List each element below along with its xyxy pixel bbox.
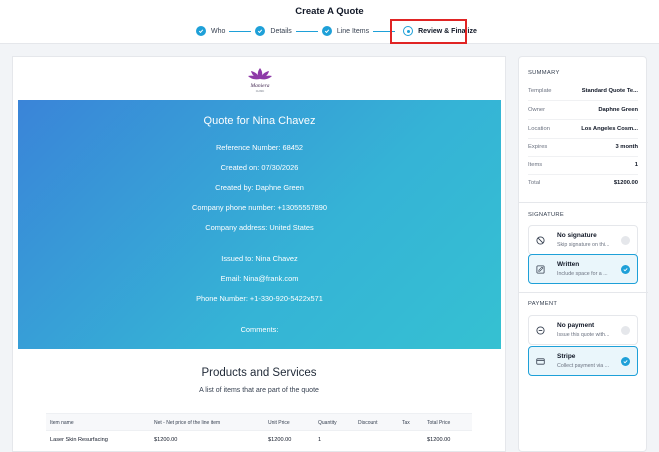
summary-value: 1 xyxy=(634,162,638,168)
summary-key: Expires xyxy=(528,144,548,150)
signature-option-none[interactable]: No signature Skip signature on thi... xyxy=(528,225,638,255)
step-who[interactable]: Who xyxy=(196,26,225,36)
column-header: Total Price xyxy=(427,420,451,426)
quote-title: Quote for Nina Chavez xyxy=(203,115,316,127)
column-header: Item name xyxy=(50,420,74,426)
quote-header-banner: Quote for Nina Chavez Reference Number: … xyxy=(18,100,501,349)
summary-key: Location xyxy=(528,126,550,132)
option-title: No signature xyxy=(557,232,597,239)
minus-circle-icon xyxy=(536,326,545,335)
table-cell: 1 xyxy=(318,437,322,443)
summary-label: SUMMARY xyxy=(528,70,560,76)
check-icon xyxy=(623,268,628,272)
column-header: Tax xyxy=(402,420,410,426)
radio-button[interactable] xyxy=(621,326,630,335)
created-on: Created on: 07/30/2026 xyxy=(220,163,299,172)
pen-icon xyxy=(536,265,545,274)
step-connector xyxy=(229,30,252,32)
option-description: Issue this quote with... xyxy=(557,332,610,338)
summary-key: Template xyxy=(528,88,552,94)
table-cell: $1200.00 xyxy=(427,437,451,443)
check-icon xyxy=(196,26,206,36)
payment-option-stripe[interactable]: Stripe Collect payment via ... xyxy=(528,346,638,376)
option-description: Collect payment via ... xyxy=(557,363,610,369)
divider xyxy=(519,292,648,293)
step-label: Details xyxy=(270,27,292,35)
page-title: Create A Quote xyxy=(295,6,364,17)
issued-to: Issued to: Nina Chavez xyxy=(221,254,298,263)
radio-button-checked[interactable] xyxy=(621,265,630,274)
summary-row-template: Template Standard Quote Te... xyxy=(528,83,638,101)
step-label: Line Items xyxy=(336,27,370,35)
summary-value: 3 month xyxy=(615,144,638,150)
option-title: No payment xyxy=(557,322,595,329)
check-icon xyxy=(623,360,628,364)
signature-label: SIGNATURE xyxy=(528,212,565,218)
check-icon xyxy=(321,26,332,36)
step-connector xyxy=(295,30,318,32)
summary-row-total: Total $1200.00 xyxy=(528,175,638,193)
table-row: Laser Skin Resurfacing $1200.00 $1200.00… xyxy=(46,431,472,451)
comments-label: Comments: xyxy=(240,325,279,334)
option-title: Written xyxy=(557,261,580,268)
ban-icon xyxy=(536,236,545,245)
summary-value: Los Angeles Cosm... xyxy=(581,126,638,132)
table-header: Item name Net - Net price of the line it… xyxy=(46,413,472,431)
summary-key: Total xyxy=(528,180,541,186)
company-address: Company address: United States xyxy=(205,223,314,232)
radio-button-checked[interactable] xyxy=(621,357,630,366)
logo-subtext: CLINIC xyxy=(256,89,265,93)
top-bar: Create A Quote Who Details Line Items Re… xyxy=(0,0,659,44)
reference-number: Reference Number: 68452 xyxy=(215,143,304,152)
summary-value: $1200.00 xyxy=(613,180,638,186)
radio-button[interactable] xyxy=(621,236,630,245)
column-header: Discount xyxy=(358,420,378,426)
created-by: Created by: Daphne Green xyxy=(215,183,304,192)
highlight-box xyxy=(390,19,467,44)
products-title: Products and Services xyxy=(201,367,317,379)
divider xyxy=(519,202,648,203)
summary-row-expires: Expires 3 month xyxy=(528,139,638,157)
option-description: Include space for a ... xyxy=(557,271,608,277)
company-phone: Company phone number: +13055557890 xyxy=(192,203,327,212)
option-description: Skip signature on thi... xyxy=(557,242,610,248)
summary-value: Standard Quote Te... xyxy=(581,88,638,94)
column-header: Net - Net price of the line item xyxy=(154,420,221,426)
table-cell: $1200.00 xyxy=(154,437,178,443)
card-icon xyxy=(536,358,545,365)
payment-label: PAYMENT xyxy=(528,301,558,307)
payment-option-none[interactable]: No payment Issue this quote with... xyxy=(528,315,638,345)
summary-key: Items xyxy=(528,162,543,168)
column-header: Quantity xyxy=(318,420,337,426)
step-line-items[interactable]: Line Items xyxy=(321,26,370,36)
option-title: Stripe xyxy=(557,353,576,360)
check-icon xyxy=(255,26,266,36)
summary-key: Owner xyxy=(528,107,546,113)
signature-option-written[interactable]: Written Include space for a ... xyxy=(528,254,638,284)
products-subtitle: A list of items that are part of the quo… xyxy=(199,387,319,394)
table-cell: $1200.00 xyxy=(268,437,292,443)
summary-row-items: Items 1 xyxy=(528,157,638,175)
summary-row-owner: Owner Daphne Green xyxy=(528,102,638,120)
summary-value: Daphne Green xyxy=(598,107,638,113)
table-cell: Laser Skin Resurfacing xyxy=(50,437,108,443)
line-items-table: Item name Net - Net price of the line it… xyxy=(46,413,472,451)
step-label: Who xyxy=(211,27,226,35)
quote-document: Maniera CLINIC Quote for Nina Chavez Ref… xyxy=(12,56,506,452)
step-details[interactable]: Details xyxy=(255,26,292,36)
summary-row-location: Location Los Angeles Cosm... xyxy=(528,121,638,139)
logo-text: Maniera xyxy=(250,83,270,89)
customer-phone: Phone Number: +1-330-920-5422x571 xyxy=(196,294,323,303)
customer-email: Email: Nina@frank.com xyxy=(220,274,299,283)
logo-icon: Maniera CLINIC xyxy=(248,68,272,93)
column-header: Unit Price xyxy=(268,420,290,426)
quote-sidebar: SUMMARY Template Standard Quote Te... Ow… xyxy=(518,56,648,452)
